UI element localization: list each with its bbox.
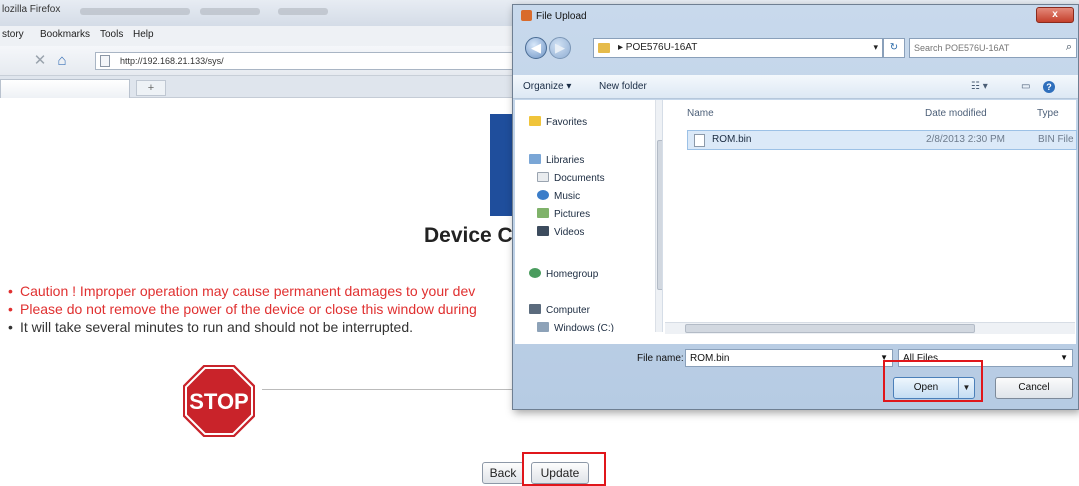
- nav-libraries[interactable]: Libraries: [529, 154, 584, 166]
- new-folder-button[interactable]: New folder: [599, 81, 647, 92]
- file-name-value: ROM.bin: [690, 353, 730, 364]
- nav-computer[interactable]: Computer: [529, 304, 590, 316]
- chevron-down-icon[interactable]: ▾: [873, 42, 878, 53]
- home-icon[interactable]: ⌂: [52, 51, 72, 71]
- search-input[interactable]: [914, 40, 1054, 56]
- pictures-icon: [537, 208, 549, 218]
- nav-homegroup[interactable]: Homegroup: [529, 268, 598, 280]
- file-list: Name Date modified Type ROM.bin 2/8/2013…: [665, 100, 1077, 332]
- dialog-title: File Upload: [536, 11, 587, 22]
- dialog-address-row: ◀ ▶ ▸ POE576U-16AT ▾ ↻ ⌕: [521, 35, 1079, 61]
- firefox-icon: [521, 10, 532, 21]
- dialog-title-bar: File Upload: [521, 10, 587, 22]
- dialog-footer: File name: ROM.bin ▼ All Files ▼ Open ▼ …: [513, 345, 1078, 409]
- file-date: 2/8/2013 2:30 PM: [926, 134, 1005, 145]
- libraries-icon: [529, 154, 541, 164]
- navigation-pane: Favorites Libraries Documents Music Pict…: [515, 100, 663, 332]
- music-icon: [537, 190, 549, 200]
- menu-history[interactable]: story: [2, 29, 24, 40]
- nav-pictures[interactable]: Pictures: [537, 208, 590, 220]
- divider: [262, 389, 520, 390]
- blurred-title-text: [80, 8, 190, 15]
- organize-menu[interactable]: Organize ▾: [523, 81, 571, 92]
- file-row[interactable]: ROM.bin 2/8/2013 2:30 PM BIN File: [687, 130, 1077, 150]
- column-type[interactable]: Type: [1037, 108, 1059, 119]
- star-icon: [529, 116, 541, 126]
- scrollbar-thumb[interactable]: [657, 140, 662, 290]
- file-name-field[interactable]: ROM.bin ▼: [685, 349, 893, 367]
- folder-icon: [598, 43, 610, 53]
- page-title: Device C: [424, 224, 513, 247]
- nav-videos[interactable]: Videos: [537, 226, 584, 238]
- dialog-body: Favorites Libraries Documents Music Pict…: [515, 100, 1077, 344]
- column-name[interactable]: Name: [687, 108, 714, 119]
- nav-documents[interactable]: Documents: [537, 172, 605, 184]
- caution-line: • Caution ! Improper operation may cause …: [8, 283, 476, 299]
- preview-pane-icon[interactable]: ▭: [1021, 81, 1030, 92]
- url-bar[interactable]: http://192.168.21.133/sys/: [95, 52, 525, 70]
- new-tab-button[interactable]: +: [136, 80, 166, 96]
- caution-line: • Please do not remove the power of the d…: [8, 301, 477, 317]
- file-icon: [694, 134, 705, 147]
- back-button[interactable]: Back: [482, 462, 524, 484]
- forward-arrow-icon[interactable]: ▶: [549, 37, 571, 59]
- url-text: http://192.168.21.133/sys/: [120, 56, 224, 66]
- drive-icon: [537, 322, 549, 332]
- blurred-title-text: [200, 8, 260, 15]
- close-button[interactable]: x: [1036, 7, 1074, 23]
- file-name: ROM.bin: [712, 134, 752, 145]
- file-upload-dialog: File Upload x ◀ ▶ ▸ POE576U-16AT ▾ ↻ ⌕ O…: [512, 4, 1079, 410]
- nav-favorites[interactable]: Favorites: [529, 116, 587, 128]
- folder-breadcrumb[interactable]: ▸ POE576U-16AT ▾: [593, 38, 883, 58]
- nav-windows-drive[interactable]: Windows (C:): [537, 322, 614, 332]
- homegroup-icon: [529, 268, 541, 278]
- browser-tab[interactable]: [0, 79, 130, 98]
- documents-icon: [537, 172, 549, 182]
- blurred-title-text: [278, 8, 328, 15]
- stop-load-icon[interactable]: ✕: [30, 51, 50, 71]
- breadcrumb-text: ▸ POE576U-16AT: [618, 42, 698, 53]
- stop-sign-text: STOP: [189, 389, 249, 414]
- highlight-open: [883, 360, 983, 402]
- cancel-button[interactable]: Cancel: [995, 377, 1073, 399]
- menu-help[interactable]: Help: [133, 29, 154, 40]
- horizontal-scrollbar[interactable]: [665, 322, 1075, 334]
- stop-sign-icon: STOP: [181, 363, 257, 439]
- chevron-down-icon[interactable]: ▼: [1060, 353, 1068, 362]
- back-arrow-icon[interactable]: ◀: [525, 37, 547, 59]
- menu-bookmarks[interactable]: Bookmarks: [40, 29, 90, 40]
- scrollbar-thumb[interactable]: [685, 324, 975, 333]
- file-type: BIN File: [1038, 134, 1074, 145]
- videos-icon: [537, 226, 549, 236]
- search-icon[interactable]: ⌕: [1066, 41, 1072, 54]
- highlight-update: [522, 452, 606, 486]
- nav-scrollbar[interactable]: [655, 100, 662, 332]
- caution-line: • It will take several minutes to run and…: [8, 319, 413, 335]
- column-date-modified[interactable]: Date modified: [925, 108, 987, 119]
- file-name-label: File name:: [637, 353, 684, 364]
- help-icon[interactable]: ?: [1043, 81, 1055, 93]
- window-title: lozilla Firefox: [2, 4, 61, 15]
- menu-tools[interactable]: Tools: [100, 29, 123, 40]
- computer-icon: [529, 304, 541, 314]
- dialog-toolbar: Organize ▾ New folder ☷ ▾ ▭ ?: [513, 75, 1078, 99]
- page-icon: [100, 55, 110, 67]
- nav-music[interactable]: Music: [537, 190, 580, 202]
- refresh-icon[interactable]: ↻: [883, 38, 905, 58]
- search-box[interactable]: ⌕: [909, 38, 1077, 58]
- view-options-icon[interactable]: ☷ ▾: [971, 81, 988, 92]
